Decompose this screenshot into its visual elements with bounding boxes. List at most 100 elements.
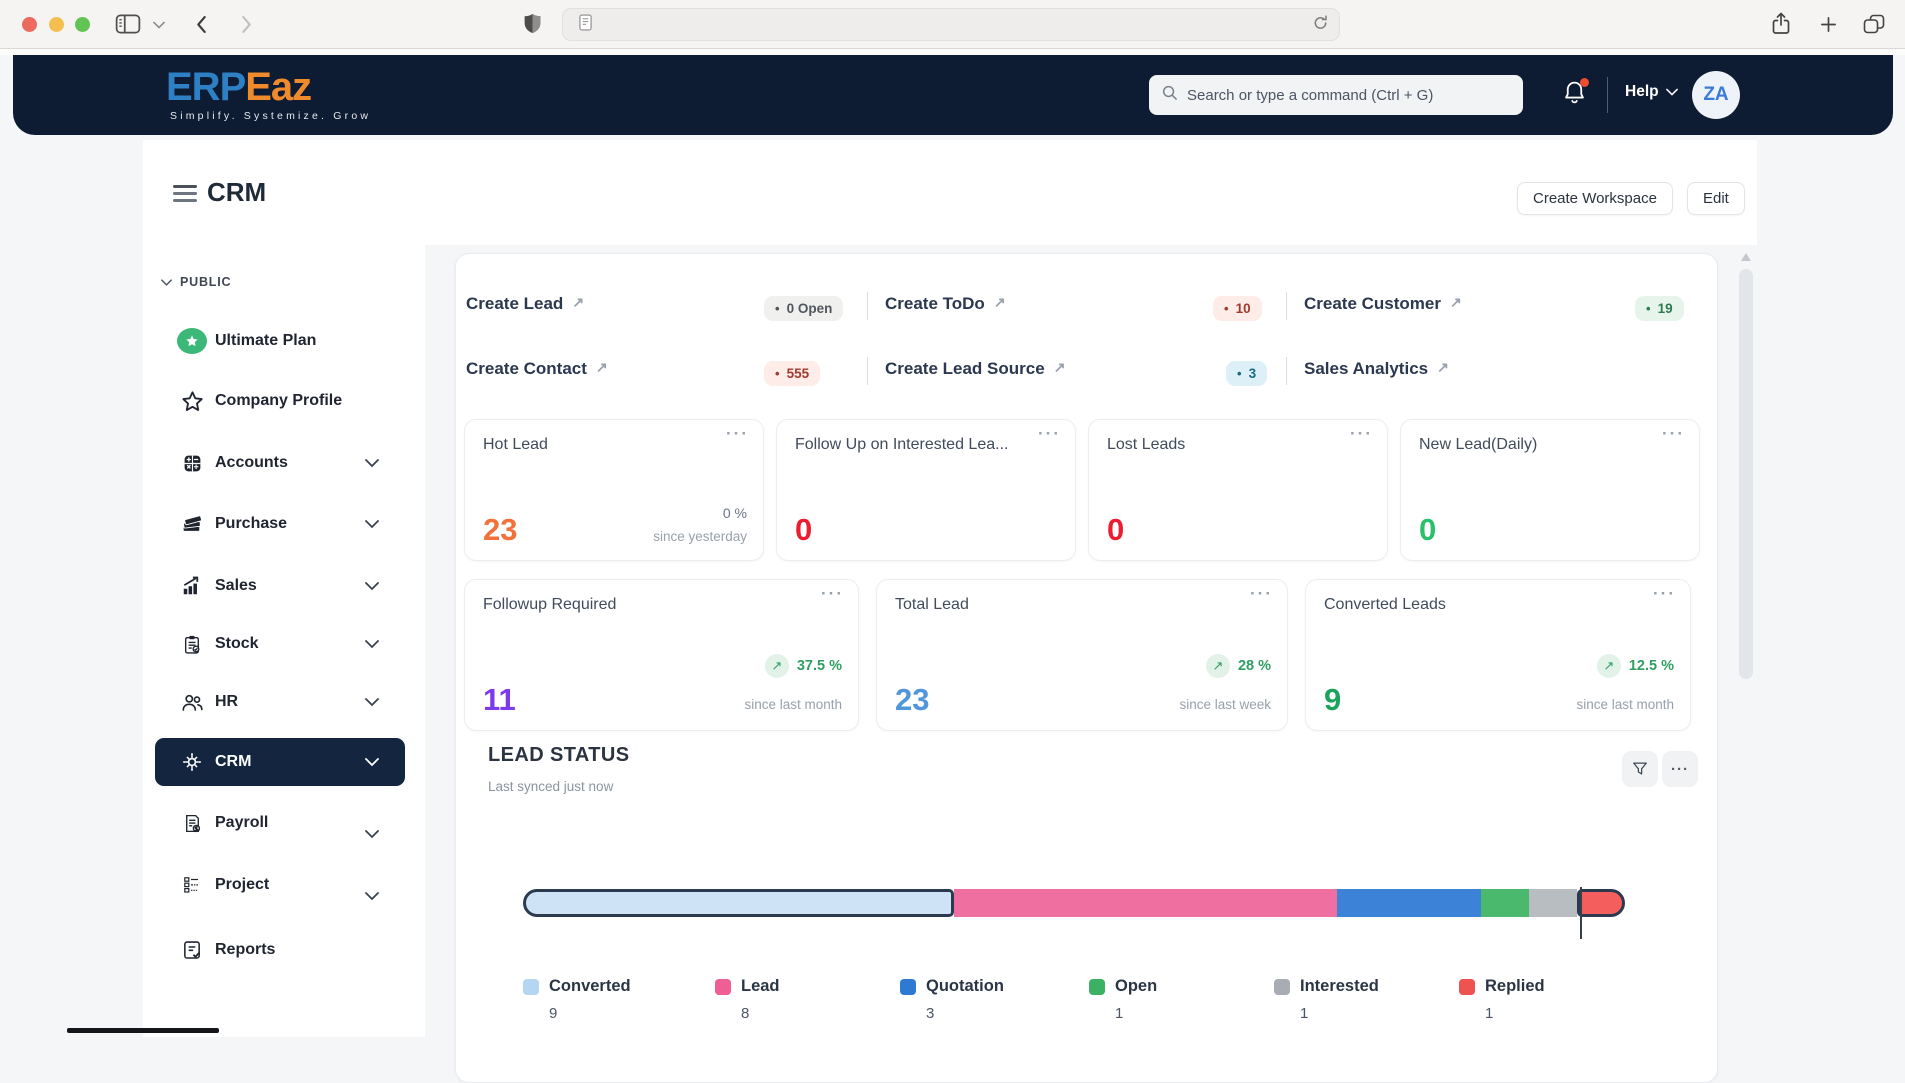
sidebar-item-hr[interactable]: HR: [143, 680, 425, 724]
growth-chart-icon: [177, 571, 207, 601]
page-header: CRM Create Workspace Edit: [143, 140, 1757, 245]
card-converted-leads[interactable]: Converted Leads ··· 9 ↗12.5 % since last…: [1305, 579, 1691, 731]
page-title: CRM: [207, 177, 266, 208]
edit-button[interactable]: Edit: [1687, 182, 1745, 215]
legend-converted[interactable]: Converted 9: [523, 977, 631, 1022]
sidebar-item-crm[interactable]: CRM: [155, 738, 405, 786]
minimize-window-button[interactable]: [49, 17, 64, 32]
shortcut-create-lead[interactable]: Create Lead↗: [466, 294, 584, 314]
card-menu-icon[interactable]: ···: [1350, 424, 1373, 444]
scrollbar-thumb[interactable]: [1739, 269, 1753, 679]
external-link-icon: ↗: [1054, 359, 1066, 376]
tab-overview-icon[interactable]: [1863, 14, 1885, 34]
back-button[interactable]: [196, 16, 207, 33]
legend-swatch: [523, 979, 539, 995]
lead-status-title: LEAD STATUS: [488, 744, 629, 767]
shortcut-create-contact[interactable]: Create Contact↗: [466, 359, 608, 379]
chevron-down-icon: [365, 830, 379, 839]
search-icon: [1161, 84, 1178, 106]
external-link-icon: ↗: [572, 294, 584, 311]
card-menu-icon[interactable]: ···: [821, 584, 844, 604]
legend-lead[interactable]: Lead 8: [715, 977, 780, 1022]
reader-view-icon[interactable]: [579, 14, 592, 36]
global-search[interactable]: [1149, 75, 1523, 115]
trend-up-icon: ↗: [765, 654, 789, 678]
sidebar-item-stock[interactable]: Stock: [143, 622, 425, 666]
bar-segment-converted[interactable]: [523, 889, 954, 917]
sidebar-collapse-icon[interactable]: [173, 185, 197, 202]
bar-segment-open[interactable]: [1481, 889, 1529, 917]
notification-dot: [1580, 78, 1589, 87]
sidebar-toggle-icon[interactable]: [115, 13, 141, 35]
sidebar-item-payroll[interactable]: Payroll: [143, 801, 425, 845]
app-logo[interactable]: ERPEaz Simplify. Systemize. Grow: [166, 65, 371, 122]
shortcut-create-customer[interactable]: Create Customer↗: [1304, 294, 1462, 314]
card-menu-icon[interactable]: ···: [1662, 424, 1685, 444]
forward-button[interactable]: [241, 16, 252, 33]
card-new-lead-daily[interactable]: New Lead(Daily) ··· 0: [1400, 419, 1700, 561]
new-tab-icon[interactable]: [1820, 16, 1837, 33]
chart-menu-button[interactable]: ···: [1662, 751, 1698, 787]
refresh-icon[interactable]: [1312, 14, 1329, 36]
create-workspace-button[interactable]: Create Workspace: [1517, 182, 1673, 215]
bar-segment-replied[interactable]: [1577, 889, 1625, 917]
badge-contact-count[interactable]: •555: [764, 361, 820, 386]
bar-segment-lead[interactable]: [954, 889, 1337, 917]
notifications-bell-icon[interactable]: [1561, 79, 1591, 109]
card-since: since yesterday: [653, 529, 747, 544]
bar-segment-interested[interactable]: [1529, 889, 1577, 917]
bar-segment-quotation[interactable]: [1337, 889, 1481, 917]
filter-button[interactable]: [1622, 751, 1658, 787]
sidebar-chevron-icon[interactable]: [153, 21, 165, 29]
legend-swatch: [1274, 979, 1290, 995]
sidebar-item-company-profile[interactable]: Company Profile: [143, 379, 425, 423]
sidebar-section-public[interactable]: PUBLIC: [161, 275, 231, 289]
legend-open[interactable]: Open 1: [1089, 977, 1157, 1022]
card-hot-lead[interactable]: Hot Lead ··· 23 0 % since yesterday: [464, 419, 764, 561]
payslip-icon: [177, 808, 207, 838]
zoom-window-button[interactable]: [75, 17, 90, 32]
chevron-down-icon: [365, 758, 379, 767]
avatar[interactable]: ZA: [1692, 71, 1740, 119]
shortcut-create-lead-source[interactable]: Create Lead Source↗: [885, 359, 1065, 379]
sidebar-item-accounts[interactable]: Accounts: [143, 441, 425, 485]
card-followup-required[interactable]: Followup Required ··· 11 ↗37.5 % since l…: [464, 579, 859, 731]
card-menu-icon[interactable]: ···: [1250, 584, 1273, 604]
sidebar-item-reports[interactable]: Reports: [143, 928, 425, 972]
sidebar-item-project[interactable]: Project: [143, 863, 425, 907]
card-total-lead[interactable]: Total Lead ··· 23 ↗28 % since last week: [876, 579, 1288, 731]
sidebar-item-ultimate-plan[interactable]: Ultimate Plan: [143, 319, 425, 363]
badge-lead-source-count[interactable]: •3: [1226, 361, 1267, 386]
badge-todo-count[interactable]: •10: [1213, 296, 1262, 321]
legend-interested[interactable]: Interested 1: [1274, 977, 1379, 1022]
chevron-down-icon: [365, 582, 379, 591]
shortcut-sales-analytics[interactable]: Sales Analytics↗: [1304, 359, 1449, 379]
ellipsis-icon: ···: [1671, 761, 1689, 778]
address-bar[interactable]: [562, 8, 1340, 41]
funnel-icon: [1631, 760, 1649, 778]
plan-star-badge-icon: [177, 326, 207, 356]
clipboard-icon: [177, 629, 207, 659]
card-value: 9: [1324, 682, 1341, 718]
card-menu-icon[interactable]: ···: [1038, 424, 1061, 444]
lead-status-bar: [523, 889, 1625, 917]
badge-customer-count[interactable]: •19: [1635, 296, 1684, 321]
search-input[interactable]: [1187, 87, 1511, 104]
legend-replied[interactable]: Replied 1: [1459, 977, 1545, 1022]
workspace-content: Create Lead↗ •0 Open Create ToDo↗ •10 Cr…: [455, 253, 1718, 1083]
sidebar-item-sales[interactable]: Sales: [143, 564, 425, 608]
badge-open-count[interactable]: •0 Open: [764, 296, 843, 321]
card-menu-icon[interactable]: ···: [1653, 584, 1676, 604]
shortcut-create-todo[interactable]: Create ToDo↗: [885, 294, 1006, 314]
close-window-button[interactable]: [22, 17, 37, 32]
legend-quotation[interactable]: Quotation 3: [900, 977, 1004, 1022]
card-menu-icon[interactable]: ···: [726, 424, 749, 444]
help-menu[interactable]: Help: [1625, 83, 1678, 101]
card-value: 23: [483, 512, 517, 548]
card-lost-leads[interactable]: Lost Leads ··· 0: [1088, 419, 1388, 561]
sidebar-item-purchase[interactable]: Purchase: [143, 502, 425, 546]
card-follow-up-interested[interactable]: Follow Up on Interested Lea... ··· 0: [776, 419, 1076, 561]
privacy-shield-icon[interactable]: [523, 13, 542, 34]
share-icon[interactable]: [1771, 12, 1791, 36]
scrollbar-up-arrow[interactable]: [1741, 253, 1751, 261]
